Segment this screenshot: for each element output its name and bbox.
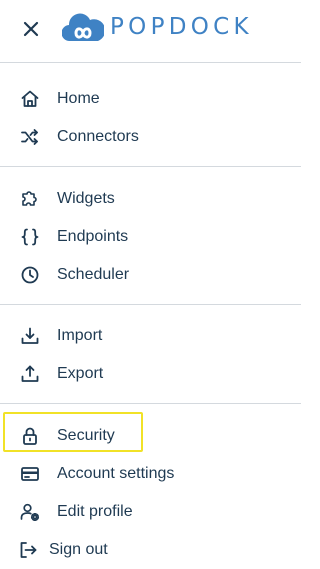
shuffle-icon (19, 126, 41, 148)
nav-item-label: Sign out (49, 541, 108, 558)
divider (0, 304, 301, 305)
sign-out-icon (17, 539, 39, 561)
nav-item-label: Scheduler (57, 266, 130, 283)
upload-tray-icon (19, 363, 41, 385)
nav-item-sign-out[interactable]: Sign out (0, 531, 301, 567)
divider (0, 403, 301, 404)
nav-item-import[interactable]: Import (0, 317, 301, 353)
close-menu-button[interactable] (18, 16, 44, 42)
divider (0, 62, 301, 63)
braces-icon (19, 226, 41, 248)
nav-item-label: Export (57, 365, 104, 382)
nav-item-connectors[interactable]: Connectors (0, 118, 301, 154)
nav-item-security[interactable]: Security (0, 417, 301, 453)
home-icon (19, 88, 41, 110)
nav-item-label: Endpoints (57, 228, 129, 245)
nav-item-label: Home (57, 90, 100, 107)
nav-item-edit-profile[interactable]: Edit profile (0, 493, 301, 529)
nav-item-label: Edit profile (57, 503, 133, 520)
brand-name: POPDOCK (110, 14, 253, 40)
menu-header: POPDOCK (0, 0, 301, 62)
nav-item-label: Security (57, 427, 115, 444)
nav-item-label: Account settings (57, 465, 175, 482)
nav-item-label: Widgets (57, 190, 115, 207)
puzzle-icon (19, 188, 41, 210)
nav-item-label: Connectors (57, 128, 139, 145)
divider (0, 166, 301, 167)
nav-item-endpoints[interactable]: Endpoints (0, 218, 301, 254)
download-tray-icon (19, 325, 41, 347)
nav-item-export[interactable]: Export (0, 355, 301, 391)
nav-item-widgets[interactable]: Widgets (0, 180, 301, 216)
nav-item-account-settings[interactable]: Account settings (0, 455, 301, 491)
lock-icon (19, 425, 41, 447)
user-gear-icon (19, 501, 41, 523)
popdock-logo[interactable]: POPDOCK (62, 9, 253, 45)
credit-card-icon (19, 463, 41, 485)
close-icon (23, 21, 39, 37)
nav-item-scheduler[interactable]: Scheduler (0, 256, 301, 292)
cloud-infinity-logo-icon (62, 13, 104, 42)
nav-item-label: Import (57, 327, 103, 344)
nav-item-home[interactable]: Home (0, 80, 301, 116)
clock-icon (19, 264, 41, 286)
